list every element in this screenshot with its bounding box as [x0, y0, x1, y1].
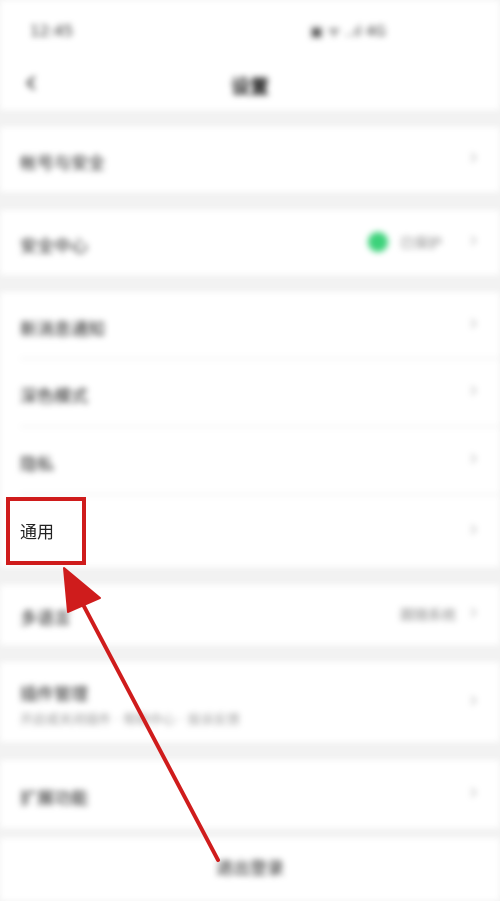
- arrow-head-icon: [63, 567, 101, 613]
- arrow-shaft: [76, 593, 220, 862]
- annotation-arrow: [63, 567, 220, 862]
